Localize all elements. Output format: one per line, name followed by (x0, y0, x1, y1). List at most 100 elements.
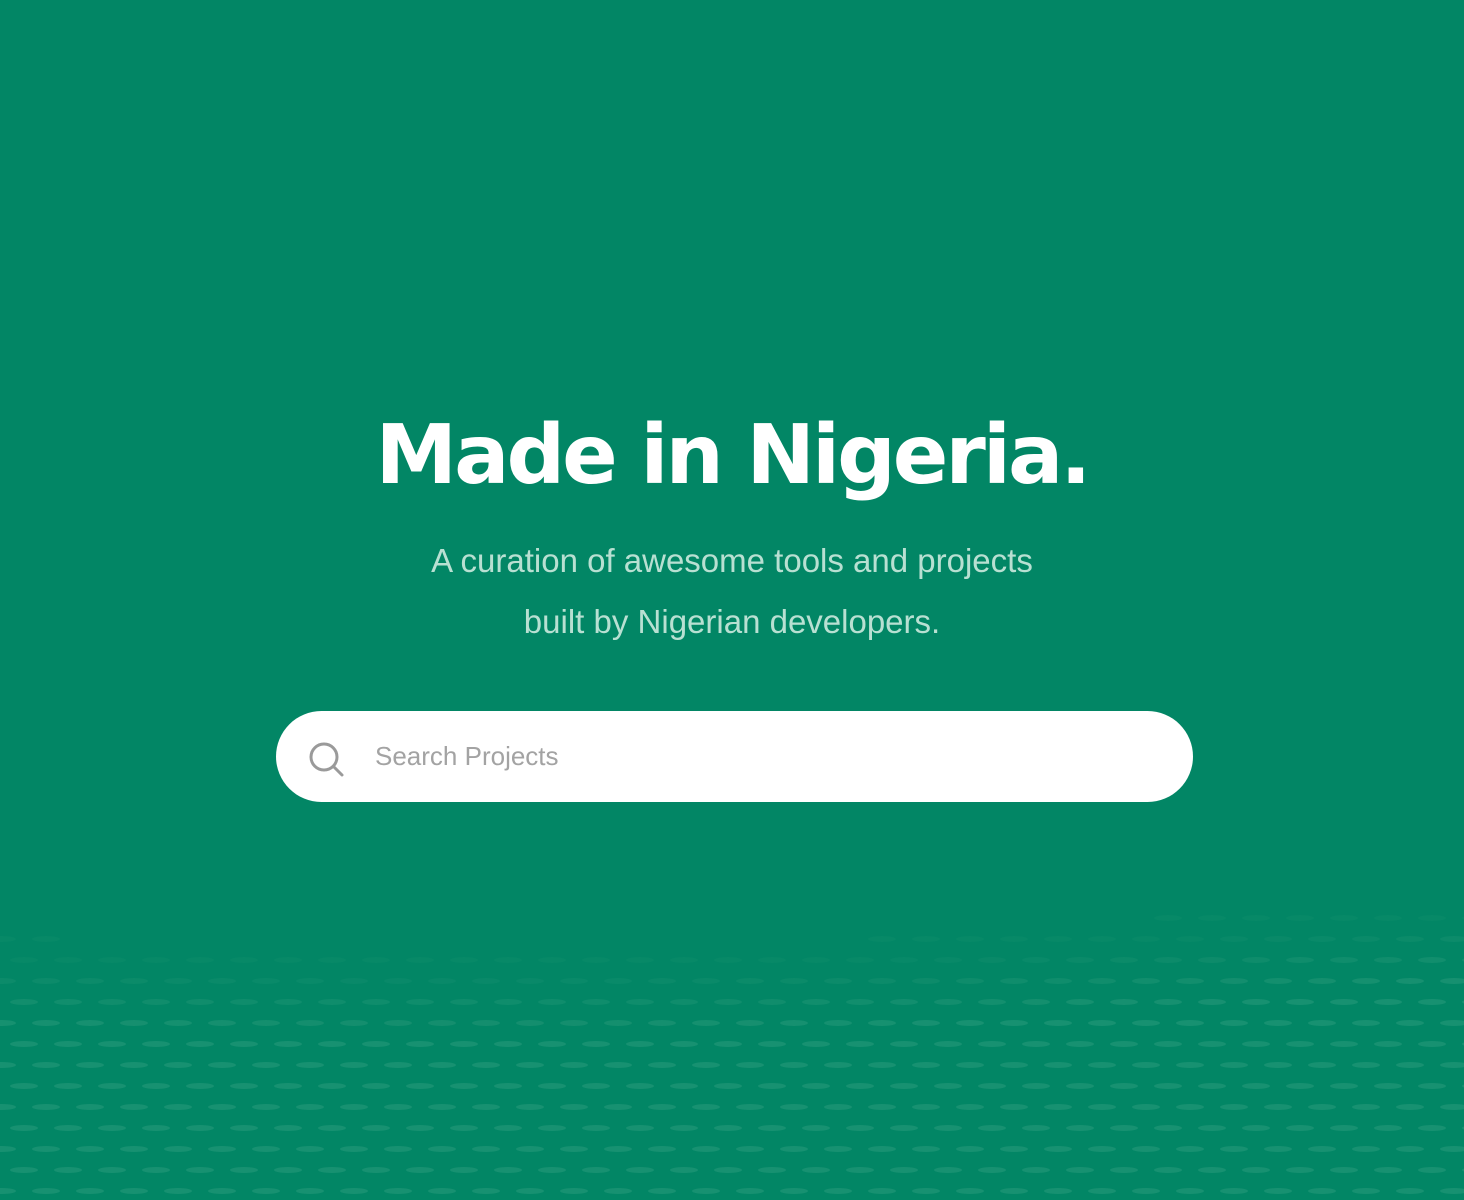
pattern-dot (736, 1020, 764, 1026)
pattern-dot (978, 1041, 1006, 1047)
pattern-dot (714, 1125, 742, 1131)
pattern-dot (626, 957, 654, 963)
pattern-dot (560, 1020, 588, 1026)
pattern-dot (208, 1104, 236, 1110)
pattern-dot (1440, 936, 1464, 942)
pattern-dot (164, 1188, 192, 1194)
pattern-dot (736, 1188, 764, 1194)
pattern-dot (846, 1083, 874, 1089)
pattern-dot (1396, 1146, 1424, 1152)
pattern-dot (318, 1083, 346, 1089)
pattern-dot (626, 1041, 654, 1047)
pattern-dot (296, 978, 324, 984)
pattern-dot (758, 999, 786, 1005)
pattern-dot (1220, 1020, 1248, 1026)
pattern-dot (340, 1062, 368, 1068)
pattern-dot (1154, 1083, 1182, 1089)
pattern-dot (604, 1104, 632, 1110)
pattern-dot (76, 1062, 104, 1068)
pattern-dot (384, 1188, 412, 1194)
pattern-dot (340, 1020, 368, 1026)
pattern-dot (912, 1062, 940, 1068)
search-input[interactable] (375, 732, 1155, 780)
pattern-dot (626, 1125, 654, 1131)
pattern-dot (560, 1104, 588, 1110)
subtitle-line-1: A curation of awesome tools and projects (431, 542, 1033, 579)
pattern-dot (1374, 1041, 1402, 1047)
pattern-dot (120, 1020, 148, 1026)
pattern-dot (1044, 1062, 1072, 1068)
pattern-dot (1264, 1146, 1292, 1152)
pattern-dot (978, 1167, 1006, 1173)
pattern-dot (208, 978, 236, 984)
pattern-dot (670, 1167, 698, 1173)
pattern-dot (1352, 1146, 1380, 1152)
pattern-dot (648, 1104, 676, 1110)
pattern-dot (54, 1167, 82, 1173)
pattern-dot (230, 1041, 258, 1047)
pattern-dot (868, 1146, 896, 1152)
pattern-dot (1022, 1125, 1050, 1131)
pattern-dot (1198, 999, 1226, 1005)
pattern-dot (274, 1083, 302, 1089)
dotted-wave-pattern (0, 915, 1464, 1194)
pattern-dot (494, 1167, 522, 1173)
pattern-dot (978, 1083, 1006, 1089)
pattern-dot (1352, 936, 1380, 942)
pattern-dot (1440, 1062, 1464, 1068)
pattern-dot (450, 1083, 478, 1089)
pattern-dot (1044, 1188, 1072, 1194)
pattern-dot (648, 1062, 676, 1068)
pattern-dot (0, 1104, 16, 1110)
pattern-dot (32, 1062, 60, 1068)
pattern-dot (736, 978, 764, 984)
pattern-dot (32, 936, 60, 942)
pattern-dot (252, 1188, 280, 1194)
pattern-dot (1308, 1062, 1336, 1068)
pattern-dot (956, 1104, 984, 1110)
pattern-dot (494, 1083, 522, 1089)
pattern-dot (1088, 1104, 1116, 1110)
pattern-dot (956, 936, 984, 942)
pattern-dot (1418, 1125, 1446, 1131)
pattern-dot (1286, 957, 1314, 963)
pattern-dot (252, 1104, 280, 1110)
pattern-dot (1088, 978, 1116, 984)
pattern-dot (76, 1188, 104, 1194)
pattern-dot (494, 957, 522, 963)
pattern-dot (98, 999, 126, 1005)
pattern-dot (846, 957, 874, 963)
pattern-dot (670, 1041, 698, 1047)
pattern-dot (1110, 957, 1138, 963)
pattern-dot (582, 957, 610, 963)
pattern-dot (1418, 1083, 1446, 1089)
pattern-dot (912, 978, 940, 984)
pattern-dot (318, 1041, 346, 1047)
pattern-dot (1264, 978, 1292, 984)
pattern-dot (230, 957, 258, 963)
pattern-dot (1330, 999, 1358, 1005)
pattern-dot (296, 1104, 324, 1110)
pattern-dot (802, 957, 830, 963)
pattern-dot (538, 1083, 566, 1089)
pattern-dot (274, 957, 302, 963)
pattern-dot (1066, 999, 1094, 1005)
pattern-dot (428, 1104, 456, 1110)
pattern-dot (912, 1104, 940, 1110)
pattern-dot (802, 999, 830, 1005)
pattern-dot (1132, 1146, 1160, 1152)
pattern-dot (340, 1146, 368, 1152)
pattern-dot (1418, 957, 1446, 963)
pattern-dot (1176, 1020, 1204, 1026)
pattern-dot (1154, 915, 1182, 921)
pattern-dot (1176, 978, 1204, 984)
pattern-dot (802, 1041, 830, 1047)
pattern-dot (692, 1146, 720, 1152)
pattern-dot (1132, 978, 1160, 984)
pattern-dot (780, 978, 808, 984)
pattern-dot (142, 1167, 170, 1173)
pattern-dot (1374, 999, 1402, 1005)
pattern-dot (76, 978, 104, 984)
pattern-dot (1352, 1062, 1380, 1068)
pattern-dot (428, 1146, 456, 1152)
